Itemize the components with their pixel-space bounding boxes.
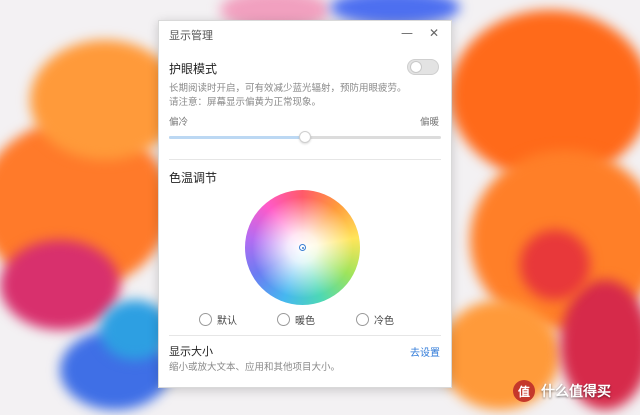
minimize-icon[interactable]: —	[396, 24, 418, 42]
watermark-logo: 值	[513, 380, 535, 402]
radio-warm-label: 暖色	[295, 316, 315, 327]
color-wheel[interactable]	[245, 190, 360, 305]
slider-thumb[interactable]	[299, 131, 311, 143]
slider-fill	[169, 136, 305, 139]
window-title: 显示管理	[169, 29, 213, 42]
display-size-title: 显示大小	[169, 345, 213, 358]
color-temp-title: 色温调节	[169, 171, 218, 185]
color-picker-marker[interactable]	[299, 244, 306, 251]
eye-protection-toggle[interactable]	[407, 59, 439, 75]
title-bar: 显示管理 — ✕	[159, 21, 451, 47]
color-tone-slider[interactable]	[169, 131, 441, 143]
radio-cold-label: 冷色	[374, 316, 394, 327]
close-icon[interactable]: ✕	[423, 24, 445, 42]
radio-default-label: 默认	[217, 316, 237, 327]
eye-protection-desc-line2: 请注意：屏幕显示偏黄为正常现象。	[169, 97, 322, 108]
display-size-desc: 缩小或放大文本、应用和其他项目大小。	[169, 362, 341, 373]
radio-warm[interactable]: 暖色	[277, 312, 315, 327]
display-settings-window: 显示管理 — ✕ 护眼模式 长期阅读时开启，可有效减少蓝光辐射，预防用眼疲劳。 …	[158, 20, 452, 388]
watermark-text: 什么值得买	[541, 384, 611, 400]
eye-protection-desc-line1: 长期阅读时开启，可有效减少蓝光辐射，预防用眼疲劳。	[169, 83, 407, 94]
toggle-knob	[410, 61, 422, 73]
radio-cold[interactable]: 冷色	[356, 312, 394, 327]
go-settings-link[interactable]: 去设置	[410, 344, 440, 359]
divider	[169, 335, 441, 336]
radio-default[interactable]: 默认	[199, 312, 237, 327]
eye-protection-title: 护眼模式	[169, 62, 218, 76]
radio-cold-icon[interactable]	[356, 313, 369, 326]
cold-label: 偏冷	[169, 117, 189, 128]
radio-warm-icon[interactable]	[277, 313, 290, 326]
warm-label: 偏暖	[420, 117, 440, 128]
divider	[169, 159, 441, 160]
radio-default-icon[interactable]	[199, 313, 212, 326]
site-watermark: 值 什么值得买	[513, 380, 611, 402]
